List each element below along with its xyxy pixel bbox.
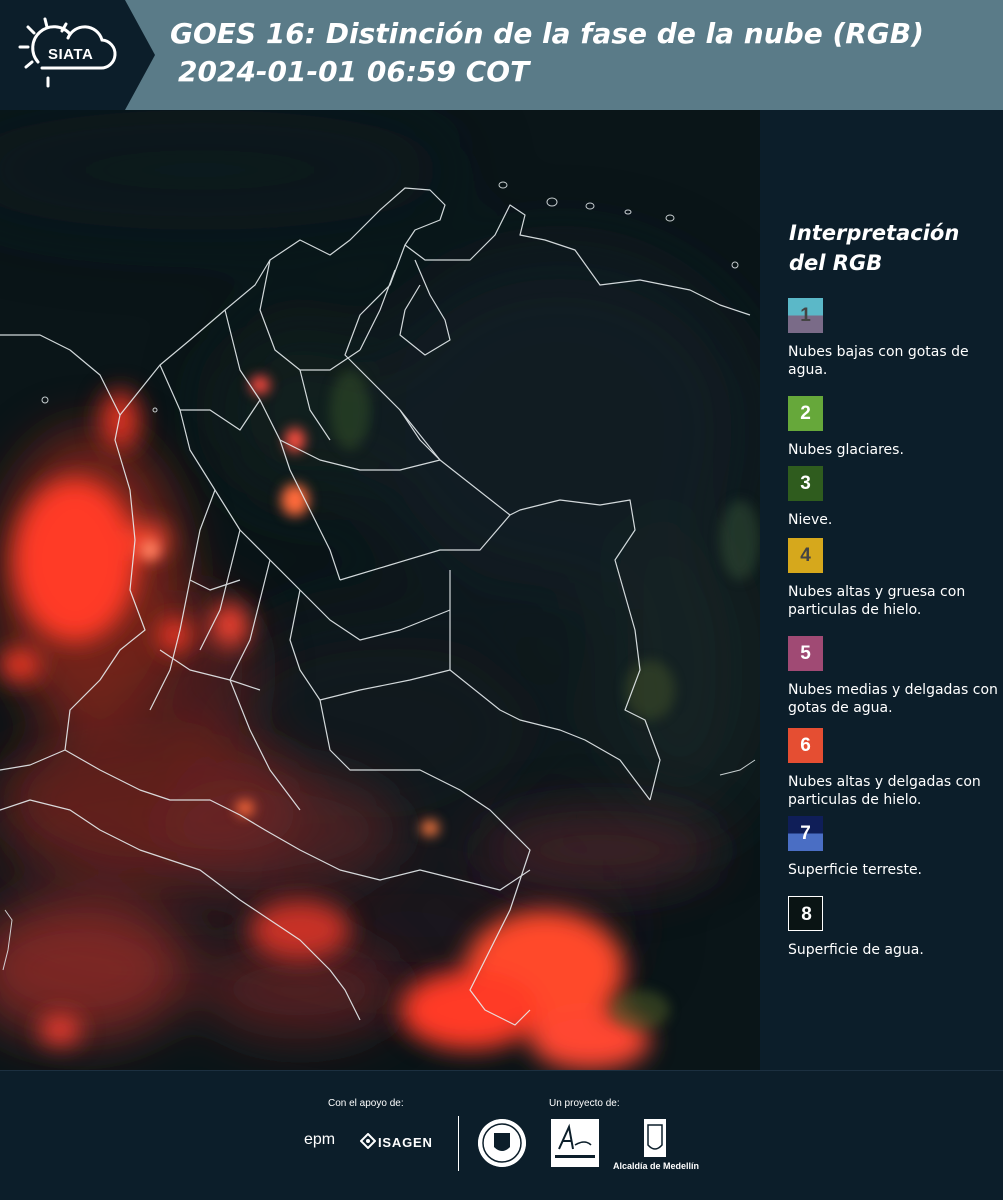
legend-swatch-3: 3 — [788, 466, 823, 501]
legend-item-5: 5 Nubes medias y delgadas con gotas de ag… — [788, 636, 1003, 717]
footer: Con el apoyo de: Un proyecto de: epm ISA… — [0, 1070, 1003, 1200]
legend-item-8: 8 Superficie de agua. — [788, 896, 1003, 959]
timestamp: 2024-01-01 06:59 COT — [178, 55, 530, 88]
legend-label: Nubes glaciares. — [788, 442, 904, 458]
legend-swatch-number: 4 — [800, 545, 811, 566]
header-bar: SIATA GOES 16: Distinción de la fase de … — [0, 0, 1003, 110]
legend-item-2: 2 Nubes glaciares. — [788, 396, 1003, 459]
legend-item-6: 6 Nubes altas y delgadas con particulas d… — [788, 728, 1003, 809]
legend-title-line1: Interpretación — [789, 221, 960, 245]
legend-label: Nieve. — [788, 512, 833, 528]
legend-swatch-number: 5 — [800, 643, 811, 664]
legend-title: Interpretación del RGB — [789, 218, 959, 278]
satellite-map — [0, 110, 760, 1070]
isagen-logo-mark — [360, 1133, 376, 1149]
legend-item-1: 1 Nubes bajas con gotas de agua. — [788, 298, 1003, 379]
alcaldia-shield-icon — [644, 1119, 666, 1157]
legend-label: Nubes medias y delgadas con gotas de agu… — [788, 682, 998, 716]
siata-logo-text: SIATA — [48, 46, 94, 63]
legend-swatch-number: 6 — [800, 735, 811, 756]
legend-item-7: 7 Superficie terreste. — [788, 816, 1003, 879]
legend-swatch-number: 3 — [800, 473, 811, 494]
footer-divider — [458, 1116, 459, 1171]
legend-label: Superficie terreste. — [788, 862, 923, 878]
project-label: Un proyecto de: — [549, 1098, 620, 1109]
support-label: Con el apoyo de: — [328, 1098, 404, 1109]
legend-swatch-4: 4 — [788, 538, 823, 573]
legend-swatch-number: 8 — [801, 904, 812, 925]
legend-swatch-7: 7 — [788, 816, 823, 851]
legend-label: Nubes bajas con gotas de agua. — [788, 344, 969, 378]
legend-panel: Interpretación del RGB 1 Nubes bajas con … — [760, 110, 1003, 1070]
legend-swatch-2: 2 — [788, 396, 823, 431]
legend-swatch-number: 2 — [800, 403, 811, 424]
legend-swatch-number: 7 — [800, 823, 811, 844]
legend-label: Nubes altas y gruesa con particulas de h… — [788, 584, 966, 618]
legend-swatch-1: 1 — [788, 298, 823, 333]
alcaldia-logo-text: Alcaldía de Medellín — [613, 1161, 700, 1171]
area-metropolitana-logo — [551, 1119, 599, 1167]
legend-swatch-6: 6 — [788, 728, 823, 763]
legend-item-4: 4 Nubes altas y gruesa con particulas de … — [788, 538, 1003, 619]
legend-item-3: 3 Nieve. — [788, 466, 1003, 529]
satellite-image — [0, 110, 760, 1070]
legend-title-line2: del RGB — [789, 251, 883, 275]
legend-swatch-number: 1 — [800, 305, 811, 326]
legend-label: Superficie de agua. — [788, 942, 924, 958]
epm-logo: epm — [304, 1131, 336, 1148]
page-title: GOES 16: Distinción de la fase de la nub… — [170, 17, 924, 50]
medellin-seal-logo — [478, 1119, 526, 1167]
legend-label: Nubes altas y delgadas con particulas de… — [788, 774, 981, 808]
legend-swatch-8: 8 — [788, 896, 823, 931]
isagen-logo-text: ISAGEN — [378, 1135, 433, 1150]
legend-swatch-5: 5 — [788, 636, 823, 671]
